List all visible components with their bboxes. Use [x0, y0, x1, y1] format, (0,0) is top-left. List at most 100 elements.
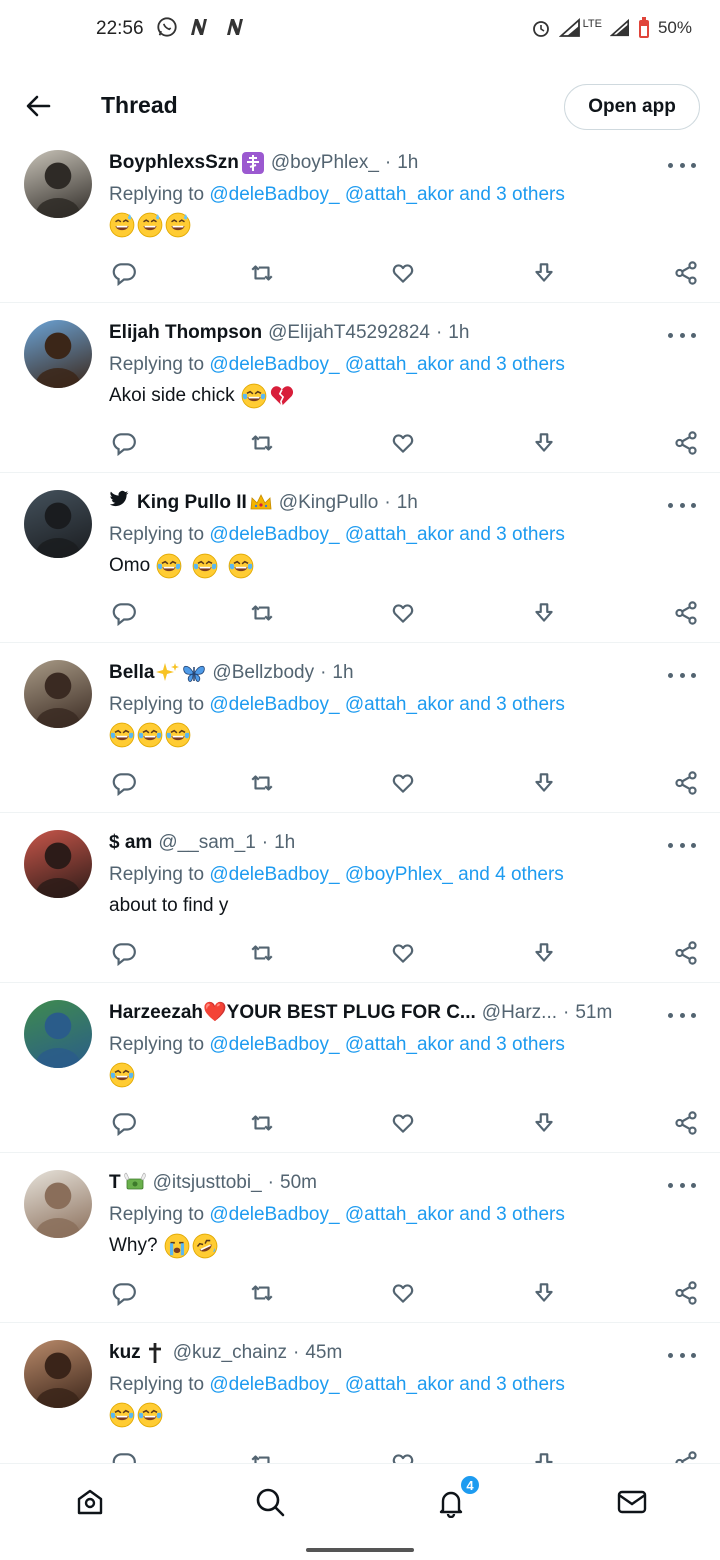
mention-link[interactable]: @deleBadboy_ — [209, 184, 339, 205]
reply-button[interactable] — [110, 769, 138, 797]
share-button[interactable] — [672, 599, 700, 627]
mention-link[interactable]: @attah_akor — [345, 694, 454, 715]
like-button[interactable] — [389, 1279, 417, 1307]
author-name[interactable]: Harzeezah❤️YOUR BEST PLUG FOR C... — [109, 999, 476, 1027]
like-button[interactable] — [389, 769, 417, 797]
reply-button[interactable] — [110, 1449, 138, 1463]
back-button[interactable] — [18, 86, 58, 126]
retweet-button[interactable] — [248, 599, 276, 627]
nav-notifications-button[interactable]: 4 — [431, 1474, 481, 1522]
author-name[interactable]: King Pullo II — [137, 489, 247, 517]
tweet-timestamp[interactable]: 1h — [332, 659, 353, 687]
share-button[interactable] — [672, 769, 700, 797]
reply-tweet[interactable]: kuz @kuz_chainz · 45m Replying to @deleBadbo… — [0, 1323, 720, 1463]
retweet-button[interactable] — [248, 259, 276, 287]
download-button[interactable] — [530, 259, 558, 287]
author-handle[interactable]: @ElijahT45292824 — [268, 319, 430, 347]
reply-tweet[interactable]: T @itsjusttobi_ · 50m Replying to @deleBadbo… — [0, 1153, 720, 1323]
author-name[interactable]: kuz — [109, 1339, 141, 1367]
tweet-timestamp[interactable]: 51m — [575, 999, 612, 1027]
retweet-button[interactable] — [248, 769, 276, 797]
author-handle[interactable]: @kuz_chainz — [173, 1339, 287, 1367]
reply-button[interactable] — [110, 429, 138, 457]
author-handle[interactable]: @__sam_1 — [158, 829, 255, 857]
others-link[interactable]: and 3 others — [459, 1374, 565, 1395]
others-link[interactable]: and 3 others — [459, 1034, 565, 1055]
author-handle[interactable]: @KingPullo — [279, 489, 379, 517]
like-button[interactable] — [389, 1449, 417, 1463]
tweet-timestamp[interactable]: 45m — [305, 1339, 342, 1367]
avatar[interactable] — [24, 320, 92, 388]
author-handle[interactable]: @itsjusttobi_ — [153, 1169, 262, 1197]
author-name[interactable]: Elijah Thompson — [109, 319, 262, 347]
download-button[interactable] — [530, 1109, 558, 1137]
others-link[interactable]: and 3 others — [459, 694, 565, 715]
download-button[interactable] — [530, 1279, 558, 1307]
author-name[interactable]: $ am — [109, 829, 152, 857]
mention-link[interactable]: @deleBadboy_ — [209, 694, 339, 715]
share-button[interactable] — [672, 429, 700, 457]
reply-button[interactable] — [110, 939, 138, 967]
like-button[interactable] — [389, 599, 417, 627]
reply-tweet[interactable]: $ am @__sam_1 · 1h Replying to @deleBadboy_ … — [0, 813, 720, 983]
others-link[interactable]: and 4 others — [458, 864, 564, 885]
avatar[interactable] — [24, 150, 92, 218]
avatar[interactable] — [24, 660, 92, 728]
reply-tweet[interactable]: Harzeezah❤️YOUR BEST PLUG FOR C... @Harz.… — [0, 983, 720, 1153]
more-options-button[interactable] — [668, 1005, 696, 1025]
tweet-timestamp[interactable]: 1h — [397, 149, 418, 177]
nav-home-button[interactable] — [70, 1482, 110, 1522]
mention-link[interactable]: @deleBadboy_ — [209, 864, 339, 885]
retweet-button[interactable] — [248, 1109, 276, 1137]
reply-feed[interactable]: BoyphlexsSzn @boyPhlex_ · 1h Replying to @de… — [0, 133, 720, 1463]
mention-link[interactable]: @deleBadboy_ — [209, 1204, 339, 1225]
author-handle[interactable]: @boyPhlex_ — [271, 149, 379, 177]
reply-button[interactable] — [110, 259, 138, 287]
reply-tweet[interactable]: BoyphlexsSzn @boyPhlex_ · 1h Replying to @de… — [0, 133, 720, 303]
more-options-button[interactable] — [668, 1345, 696, 1365]
reply-tweet[interactable]: King Pullo II @KingPullo · 1h Replying to @d… — [0, 473, 720, 643]
others-link[interactable]: and 3 others — [459, 354, 565, 375]
more-options-button[interactable] — [668, 1175, 696, 1195]
share-button[interactable] — [672, 259, 700, 287]
others-link[interactable]: and 3 others — [459, 524, 565, 545]
reply-button[interactable] — [110, 599, 138, 627]
open-app-button[interactable]: Open app — [564, 84, 700, 130]
retweet-button[interactable] — [248, 939, 276, 967]
tweet-timestamp[interactable]: 1h — [397, 489, 418, 517]
reply-button[interactable] — [110, 1109, 138, 1137]
author-handle[interactable]: @Bellzbody — [212, 659, 314, 687]
author-name[interactable]: Bella — [109, 659, 154, 687]
mention-link[interactable]: @attah_akor — [345, 1204, 454, 1225]
author-name[interactable]: T — [109, 1169, 121, 1197]
mention-link[interactable]: @attah_akor — [345, 1374, 454, 1395]
mention-link[interactable]: @boyPhlex_ — [345, 864, 453, 885]
share-button[interactable] — [672, 1279, 700, 1307]
tweet-timestamp[interactable]: 50m — [280, 1169, 317, 1197]
mention-link[interactable]: @attah_akor — [345, 1034, 454, 1055]
avatar[interactable] — [24, 1340, 92, 1408]
more-options-button[interactable] — [668, 835, 696, 855]
share-button[interactable] — [672, 1109, 700, 1137]
share-button[interactable] — [672, 1449, 700, 1463]
nav-search-button[interactable] — [250, 1482, 290, 1522]
retweet-button[interactable] — [248, 1279, 276, 1307]
others-link[interactable]: and 3 others — [459, 184, 565, 205]
mention-link[interactable]: @attah_akor — [345, 524, 454, 545]
tweet-timestamp[interactable]: 1h — [448, 319, 469, 347]
mention-link[interactable]: @deleBadboy_ — [209, 524, 339, 545]
avatar[interactable] — [24, 1000, 92, 1068]
reply-tweet[interactable]: Elijah Thompson @ElijahT45292824 · 1h Replyi… — [0, 303, 720, 473]
download-button[interactable] — [530, 769, 558, 797]
author-name[interactable]: BoyphlexsSzn — [109, 149, 239, 177]
more-options-button[interactable] — [668, 495, 696, 515]
like-button[interactable] — [389, 939, 417, 967]
share-button[interactable] — [672, 939, 700, 967]
avatar[interactable] — [24, 490, 92, 558]
mention-link[interactable]: @deleBadboy_ — [209, 1034, 339, 1055]
retweet-button[interactable] — [248, 1449, 276, 1463]
more-options-button[interactable] — [668, 665, 696, 685]
more-options-button[interactable] — [668, 325, 696, 345]
reply-button[interactable] — [110, 1279, 138, 1307]
download-button[interactable] — [530, 599, 558, 627]
